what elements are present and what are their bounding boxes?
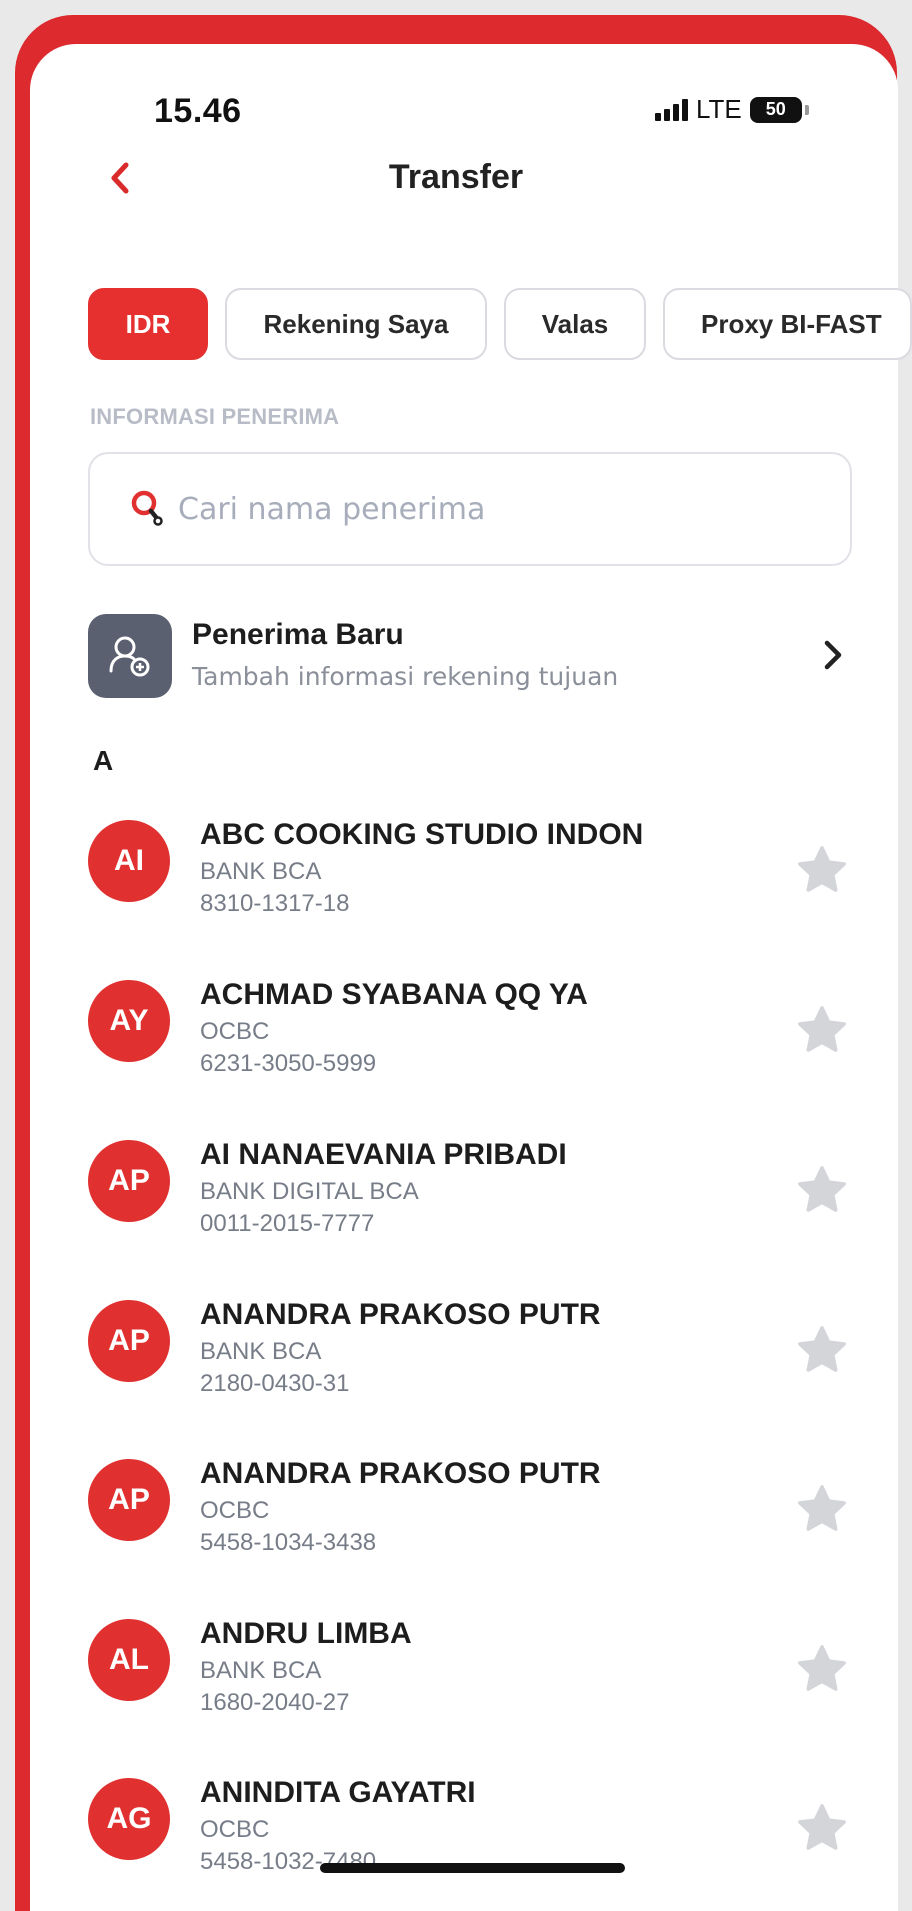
contact-name: ANDRU LIMBA <box>200 1617 412 1650</box>
search-icon <box>131 490 163 526</box>
back-button[interactable] <box>102 158 138 198</box>
contact-row[interactable]: AI ABC COOKING STUDIO INDON BANK BCA 831… <box>88 818 852 930</box>
status-time: 15.46 <box>154 92 242 130</box>
contact-bank: OCBC <box>200 1497 270 1524</box>
contact-row[interactable]: AP AI NANAEVANIA PRIBADI BANK DIGITAL BC… <box>88 1138 852 1250</box>
avatar: AP <box>88 1459 170 1541</box>
contact-row[interactable]: AY ACHMAD SYABANA QQ YA OCBC 6231-3050-5… <box>88 978 852 1090</box>
network-label: LTE <box>696 94 742 124</box>
contact-account: 0011-2015-7777 <box>200 1210 375 1237</box>
contact-name: ANANDRA PRAKOSO PUTR <box>200 1298 601 1331</box>
avatar: AP <box>88 1300 170 1382</box>
tab-idr[interactable]: IDR <box>88 288 208 360</box>
add-user-icon <box>88 614 172 698</box>
status-indicators: LTE 50 <box>655 94 809 125</box>
contact-row[interactable]: AP ANANDRA PRAKOSO PUTR BANK BCA 2180-04… <box>88 1298 852 1410</box>
contact-bank: BANK BCA <box>200 858 322 885</box>
search-input[interactable] <box>176 490 780 528</box>
star-icon[interactable] <box>793 1641 851 1697</box>
section-label: INFORMASI PENERIMA <box>90 404 340 429</box>
new-recipient-title: Penerima Baru <box>192 618 404 651</box>
star-icon[interactable] <box>793 1002 851 1058</box>
avatar: AI <box>88 820 170 902</box>
star-icon[interactable] <box>793 1322 851 1378</box>
star-icon[interactable] <box>793 1800 851 1856</box>
star-icon[interactable] <box>793 1481 851 1537</box>
battery-icon: 50 <box>749 96 802 123</box>
search-box[interactable] <box>88 452 852 566</box>
contact-bank: BANK DIGITAL BCA <box>200 1178 419 1205</box>
contact-account: 6231-3050-5999 <box>200 1050 377 1077</box>
contact-account: 5458-1034-3438 <box>200 1529 377 1556</box>
contact-bank: BANK BCA <box>200 1657 322 1684</box>
contact-account: 1680-2040-27 <box>200 1689 350 1716</box>
star-icon[interactable] <box>793 1162 851 1218</box>
home-indicator[interactable] <box>320 1863 625 1873</box>
new-recipient-subtitle: Tambah informasi rekening tujuan <box>192 662 619 691</box>
avatar: AG <box>88 1778 170 1860</box>
tab-valas[interactable]: Valas <box>504 288 646 360</box>
tab-rekening-saya[interactable]: Rekening Saya <box>225 288 487 360</box>
avatar: AP <box>88 1140 170 1222</box>
contact-name: ANANDRA PRAKOSO PUTR <box>200 1457 601 1490</box>
contact-name: ABC COOKING STUDIO INDON <box>200 818 644 851</box>
contact-bank: OCBC <box>200 1018 270 1045</box>
contact-name: ANINDITA GAYATRI <box>200 1776 476 1809</box>
contact-row[interactable]: AL ANDRU LIMBA BANK BCA 1680-2040-27 <box>88 1617 852 1729</box>
new-recipient-row[interactable]: Penerima Baru Tambah informasi rekening … <box>88 612 852 698</box>
contact-name: ACHMAD SYABANA QQ YA <box>200 978 588 1011</box>
avatar: AL <box>88 1619 170 1701</box>
contact-account: 8310-1317-18 <box>200 890 350 917</box>
contact-bank: BANK BCA <box>200 1338 322 1365</box>
signal-icon <box>655 98 688 121</box>
star-icon[interactable] <box>793 842 851 898</box>
avatar: AY <box>88 980 170 1062</box>
contact-row[interactable]: AP ANANDRA PRAKOSO PUTR OCBC 5458-1034-3… <box>88 1457 852 1569</box>
chevron-right-icon <box>824 640 842 670</box>
contact-bank: OCBC <box>200 1816 270 1843</box>
contact-account: 2180-0430-31 <box>200 1370 350 1397</box>
tab-proxy-bi-fast[interactable]: Proxy BI-FAST <box>663 288 912 360</box>
group-letter: A <box>93 745 114 776</box>
battery-tip <box>804 104 809 115</box>
contact-name: AI NANAEVANIA PRIBADI <box>200 1138 567 1171</box>
chevron-left-icon <box>111 162 129 194</box>
